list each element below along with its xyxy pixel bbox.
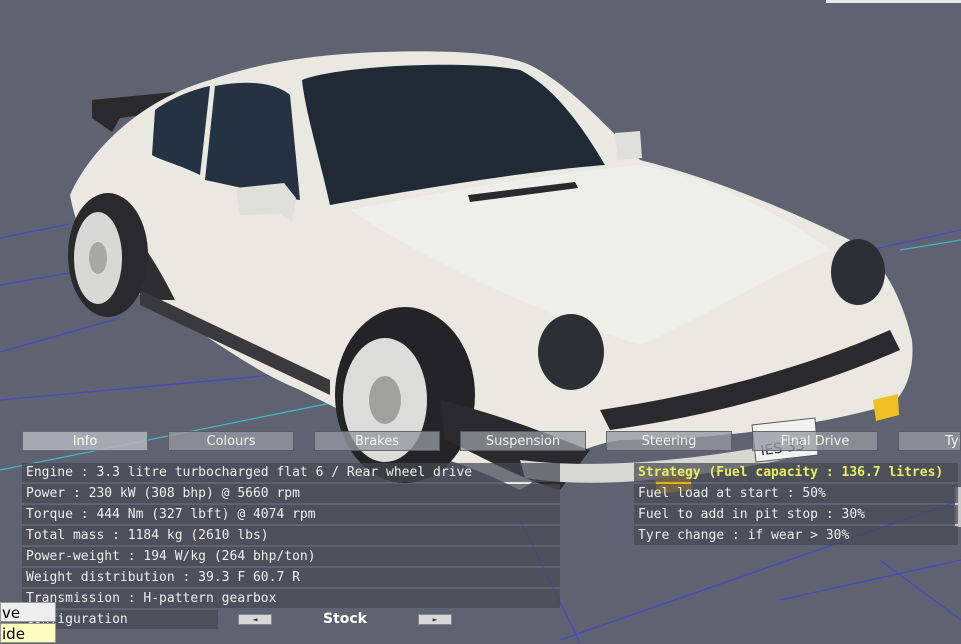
config-next-button[interactable]: ► <box>418 614 452 625</box>
arrow-right-icon: ► <box>432 615 438 624</box>
info-power: Power : 230 kW (308 bhp) @ 5660 rpm <box>22 484 560 503</box>
info-torque: Torque : 444 Nm (327 lbft) @ 4074 rpm <box>22 505 560 524</box>
headlight-left <box>538 314 604 390</box>
top-right-window-bar <box>826 0 961 3</box>
config-prev-button[interactable]: ◄ <box>238 614 272 625</box>
arrow-left-icon: ◄ <box>252 615 258 624</box>
strategy-fuel-add[interactable]: Fuel to add in pit stop : 30% <box>634 505 958 524</box>
tab-brakes[interactable]: Brakes <box>314 431 440 451</box>
info-transmission: Transmission : H-pattern gearbox <box>22 589 560 608</box>
info-total-mass: Total mass : 1184 kg (2610 lbs) <box>22 526 560 545</box>
headlight-right <box>831 239 885 305</box>
tab-tyres[interactable]: Tyres <box>898 431 961 451</box>
tab-final-drive[interactable]: Final Drive <box>752 431 878 451</box>
info-engine: Engine : 3.3 litre turbocharged flat 6 /… <box>22 463 560 482</box>
strategy-title: Strategy (Fuel capacity : 136.7 litres) <box>634 463 958 482</box>
configuration-value: Stock <box>322 611 367 627</box>
tab-steering[interactable]: Steering <box>606 431 732 451</box>
tab-colours[interactable]: Colours <box>168 431 294 451</box>
side-mirror-right <box>615 131 642 160</box>
front-wheel <box>335 307 475 483</box>
side-menu-item-hide[interactable]: ide <box>0 623 56 643</box>
strategy-fuel-load[interactable]: Fuel load at start : 50% <box>634 484 958 503</box>
strategy-tyre-change[interactable]: Tyre change : if wear > 30% <box>634 526 958 545</box>
side-window-front <box>205 82 300 200</box>
info-power-weight: Power-weight : 194 W/kg (264 bhp/ton) <box>22 547 560 566</box>
rear-wheel <box>68 193 148 317</box>
side-menu-item-save[interactable]: ve <box>0 602 56 622</box>
tab-info[interactable]: Info <box>22 431 148 451</box>
info-weight-distribution: Weight distribution : 39.3 F 60.7 R <box>22 568 560 587</box>
tab-suspension[interactable]: Suspension <box>460 431 586 451</box>
